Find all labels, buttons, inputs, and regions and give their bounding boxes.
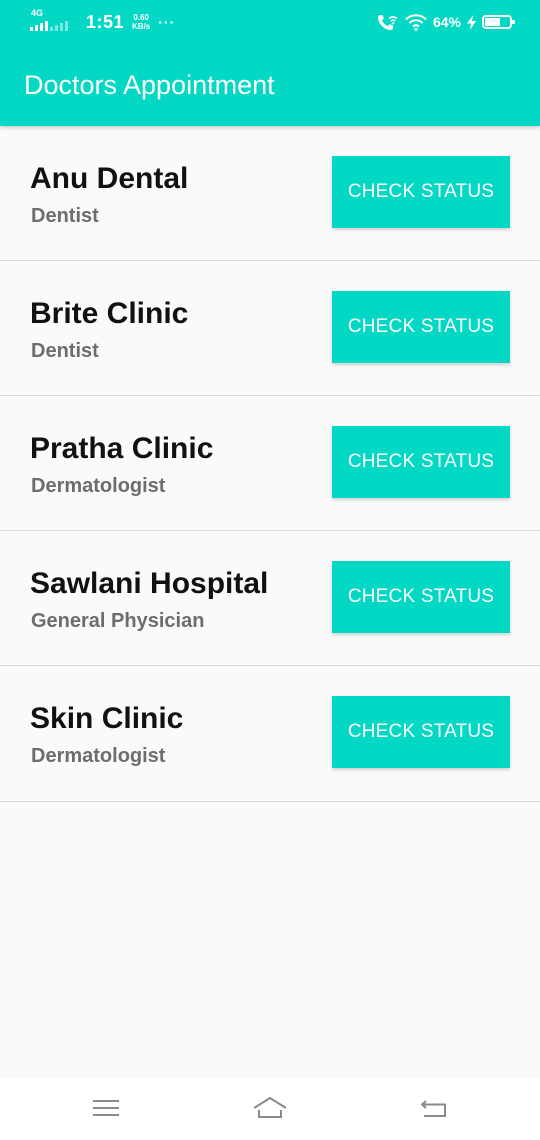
battery-fill [485,18,500,26]
network-speed: 0.60 KB/s [132,13,150,31]
menu-icon [93,1100,119,1116]
clinic-name: Sawlani Hospital [30,567,269,600]
screen: 4G 1:51 0.60 KB/s ··· 64% Doctors Appoin… [0,0,540,1140]
clinic-specialty: Dermatologist [31,745,166,767]
clinic-specialty: Dentist [31,340,99,362]
status-left: 4G 1:51 0.60 KB/s ··· [30,8,175,36]
battery-icon [482,15,515,29]
check-status-button[interactable]: CHECK STATUS [332,696,510,768]
system-nav-bar [0,1078,540,1140]
appointment-list: Anu Dental Dentist CHECK STATUS Brite Cl… [0,126,540,802]
list-item: Brite Clinic Dentist CHECK STATUS [0,261,540,396]
wifi-calling-icon [377,15,398,30]
home-icon [253,1097,287,1118]
clinic-specialty: Dentist [31,205,99,227]
list-item: Sawlani Hospital General Physician CHECK… [0,531,540,666]
list-item: Skin Clinic Dermatologist CHECK STATUS [0,666,540,802]
clinic-specialty: Dermatologist [31,475,166,497]
clinic-specialty: General Physician [31,610,205,632]
network-speed-unit: KB/s [132,22,151,31]
check-status-button[interactable]: CHECK STATUS [332,426,510,498]
network-type-label: 4G [31,8,44,18]
list-item: Anu Dental Dentist CHECK STATUS [0,126,540,261]
clinic-name: Pratha Clinic [30,432,214,465]
battery-percent: 64% [432,14,461,30]
check-status-button[interactable]: CHECK STATUS [332,561,510,633]
back-button[interactable] [416,1092,452,1124]
list-item: Pratha Clinic Dermatologist CHECK STATUS [0,396,540,531]
back-icon [421,1100,446,1117]
status-time: 1:51 [86,11,125,32]
menu-button[interactable] [88,1092,124,1124]
charging-bolt-icon [467,14,476,30]
home-button[interactable] [252,1092,288,1124]
check-status-button[interactable]: CHECK STATUS [332,156,510,228]
signal-icon [30,21,68,31]
clinic-name: Anu Dental [30,162,189,195]
more-dots-icon: ··· [158,14,176,30]
status-bar: 4G 1:51 0.60 KB/s ··· 64% [0,0,540,44]
network-indicator: 4G [30,8,78,36]
check-status-button[interactable]: CHECK STATUS [332,291,510,363]
clinic-name: Skin Clinic [30,702,184,735]
app-bar: Doctors Appointment [0,44,540,126]
page-title: Doctors Appointment [24,70,275,100]
network-speed-value: 0.60 [133,13,149,22]
clinic-name: Brite Clinic [30,297,189,330]
wifi-icon [405,13,427,31]
status-right: 64% [377,8,515,36]
